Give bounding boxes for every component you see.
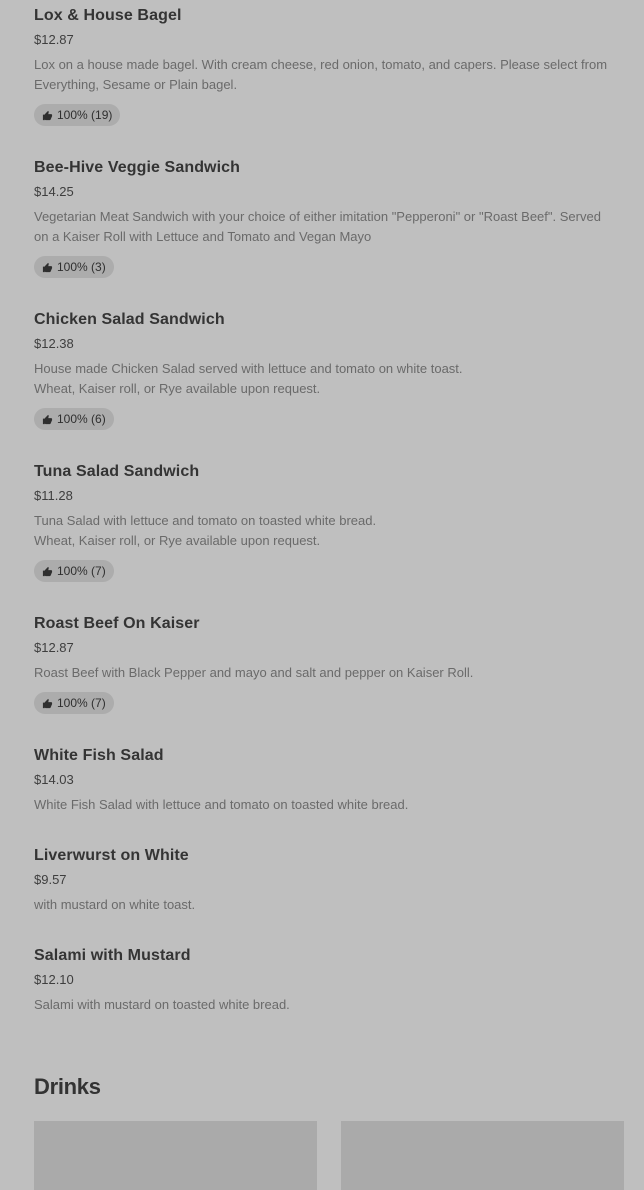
rating-badge: 100% (7): [34, 692, 114, 714]
item-description: Tuna Salad with lettuce and tomato on to…: [34, 513, 377, 548]
item-price: $12.87: [34, 640, 74, 655]
rating-badge: 100% (7): [34, 560, 114, 582]
menu-item-salami-with-mustard[interactable]: Salami with Mustard $12.10 Salami with m…: [34, 946, 624, 1015]
rating-badge: 100% (3): [34, 256, 114, 278]
thumbs-up-icon: [42, 262, 53, 273]
item-title: Liverwurst on White: [34, 847, 189, 864]
rating-badge: 100% (19): [34, 104, 121, 126]
item-description: with mustard on white toast.: [34, 897, 196, 912]
menu-page: Lox & House Bagel $12.87 Lox on a house …: [0, 0, 644, 1190]
rating-text: 100% (7): [57, 696, 106, 710]
thumbs-up-icon: [42, 414, 53, 425]
item-price: $12.38: [34, 336, 74, 351]
menu-item-white-fish-salad[interactable]: White Fish Salad $14.03 White Fish Salad…: [34, 746, 624, 815]
item-description: Lox on a house made bagel. With cream ch…: [34, 57, 608, 92]
menu-item-bee-hive-veggie-sandwich[interactable]: Bee-Hive Veggie Sandwich $14.25 Vegetari…: [34, 158, 624, 278]
rating-text: 100% (7): [57, 564, 106, 578]
thumbs-up-icon: [42, 566, 53, 577]
item-title: White Fish Salad: [34, 747, 164, 764]
drink-card[interactable]: [341, 1121, 624, 1190]
item-price: $12.10: [34, 972, 74, 987]
thumbs-up-icon: [42, 698, 53, 709]
item-title: Bee-Hive Veggie Sandwich: [34, 159, 241, 176]
item-description: House made Chicken Salad served with let…: [34, 361, 463, 396]
rating-text: 100% (6): [57, 412, 106, 426]
item-title: Tuna Salad Sandwich: [34, 463, 200, 480]
item-description: Roast Beef with Black Pepper and mayo an…: [34, 665, 474, 680]
rating-text: 100% (19): [57, 108, 113, 122]
item-description: Salami with mustard on toasted white bre…: [34, 997, 290, 1012]
item-price: $12.87: [34, 32, 74, 47]
item-title: Lox & House Bagel: [34, 7, 182, 24]
item-title: Chicken Salad Sandwich: [34, 311, 225, 328]
menu-item-liverwurst-on-white[interactable]: Liverwurst on White $9.57 with mustard o…: [34, 846, 624, 915]
menu-item-lox-house-bagel[interactable]: Lox & House Bagel $12.87 Lox on a house …: [34, 6, 624, 126]
item-price: $9.57: [34, 872, 67, 887]
rating-badge: 100% (6): [34, 408, 114, 430]
item-description: White Fish Salad with lettuce and tomato…: [34, 797, 409, 812]
menu-item-chicken-salad-sandwich[interactable]: Chicken Salad Sandwich $12.38 House made…: [34, 310, 624, 430]
drink-card[interactable]: [34, 1121, 317, 1190]
thumbs-up-icon: [42, 110, 53, 121]
item-price: $14.03: [34, 772, 74, 787]
menu-item-roast-beef-on-kaiser[interactable]: Roast Beef On Kaiser $12.87 Roast Beef w…: [34, 614, 624, 714]
item-title: Roast Beef On Kaiser: [34, 615, 200, 632]
item-title: Salami with Mustard: [34, 947, 191, 964]
item-price: $14.25: [34, 184, 74, 199]
item-description: Vegetarian Meat Sandwich with your choic…: [34, 209, 601, 244]
drinks-section-title: Drinks: [34, 1074, 101, 1099]
item-price: $11.28: [34, 488, 73, 503]
menu-item-tuna-salad-sandwich[interactable]: Tuna Salad Sandwich $11.28 Tuna Salad wi…: [34, 462, 624, 582]
rating-text: 100% (3): [57, 260, 106, 274]
